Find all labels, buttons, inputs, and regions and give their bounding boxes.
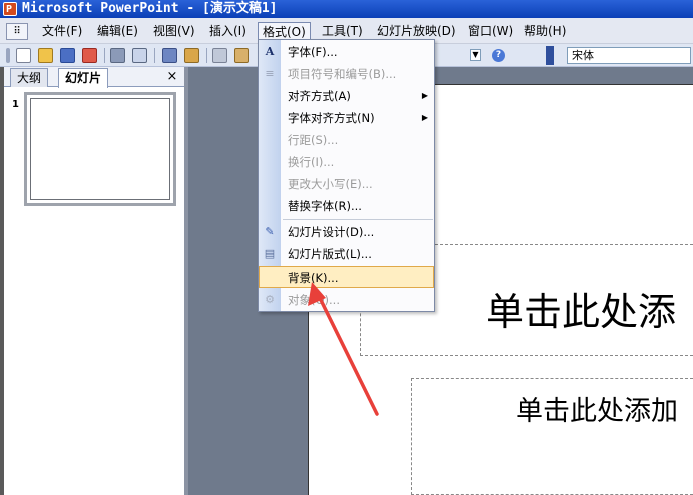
zoom-dropdown-arrow-icon[interactable]: ▼ xyxy=(470,49,481,61)
copy-icon[interactable] xyxy=(212,48,227,63)
slide-thumbnail[interactable] xyxy=(24,92,176,206)
watermark-logo: Baidu经验 xyxy=(535,439,650,464)
paste-icon[interactable] xyxy=(234,48,249,63)
menu-item-label: 字体(F)... xyxy=(288,45,338,59)
object-icon: ⚙ xyxy=(265,293,275,306)
baidu-watermark: Baidu经验 jingyan.baidu.com xyxy=(535,433,685,488)
print-preview-icon[interactable] xyxy=(132,48,147,63)
menu-item-font-alignment[interactable]: 字体对齐方式(N) ▶ xyxy=(259,107,434,129)
slide-layout-icon: ▤ xyxy=(264,247,276,260)
new-icon[interactable] xyxy=(16,48,31,63)
annotation-arrow-icon xyxy=(308,282,379,416)
menu-item-alignment[interactable]: 对齐方式(A) ▶ xyxy=(259,85,434,107)
menu-item-label: 字体对齐方式(N) xyxy=(288,111,375,125)
toolbar-separator xyxy=(154,48,155,63)
menu-item-font[interactable]: A 字体(F)... xyxy=(259,41,434,63)
formatting-toolbar-grip-icon[interactable] xyxy=(546,46,554,65)
font-icon: A xyxy=(265,45,275,58)
menu-help[interactable]: 帮助(H) xyxy=(520,22,570,41)
submenu-arrow-icon: ▶ xyxy=(421,113,428,122)
format-menu-dropdown: A 字体(F)... ≡ 项目符号和编号(B)... 对齐方式(A) ▶ 字体对… xyxy=(258,39,435,312)
font-name-combo[interactable]: 宋体 xyxy=(567,47,691,64)
pane-tab-strip: 大纲 幻灯片 × xyxy=(4,67,184,88)
menu-item-label: 幻灯片版式(L)... xyxy=(288,247,372,261)
menu-item-replace-fonts[interactable]: 替换字体(R)... xyxy=(259,195,434,217)
open-icon[interactable] xyxy=(38,48,53,63)
powerpoint-app-icon[interactable] xyxy=(3,1,17,19)
save-icon[interactable] xyxy=(60,48,75,63)
subtitle-placeholder-text: 单击此处添加 xyxy=(516,396,678,427)
print-icon[interactable] xyxy=(110,48,125,63)
research-icon[interactable] xyxy=(184,48,199,63)
menu-separator xyxy=(283,219,433,220)
menu-item-bullets-numbering[interactable]: ≡ 项目符号和编号(B)... xyxy=(259,63,434,85)
menu-window[interactable]: 窗口(W) xyxy=(464,22,517,41)
bullets-icon: ≡ xyxy=(265,67,275,80)
menu-item-change-case[interactable]: 更改大小写(E)... xyxy=(259,173,434,195)
close-icon[interactable]: × xyxy=(164,68,180,86)
title-bar: Microsoft PowerPoint - [演示文稿1] xyxy=(0,0,693,19)
menu-item-label: 幻灯片设计(D)... xyxy=(288,225,375,239)
menu-item-slide-layout[interactable]: ▤ 幻灯片版式(L)... xyxy=(259,243,434,265)
menu-item-line-spacing[interactable]: 行距(S)... xyxy=(259,129,434,151)
submenu-arrow-icon: ▶ xyxy=(421,91,428,100)
pane-splitter[interactable] xyxy=(184,67,188,495)
menu-item-label: 项目符号和编号(B)... xyxy=(288,67,397,81)
menu-item-label: 换行(I)... xyxy=(288,155,335,169)
title-placeholder-text: 单击此处添 xyxy=(486,290,677,334)
spelling-icon[interactable] xyxy=(162,48,177,63)
tab-slides[interactable]: 幻灯片 xyxy=(58,68,109,88)
menu-item-label: 替换字体(R)... xyxy=(288,199,362,213)
tab-outline[interactable]: 大纲 xyxy=(10,68,49,87)
menu-insert[interactable]: 插入(I) xyxy=(205,22,250,41)
menu-bar-grip-icon[interactable]: ⠿ xyxy=(6,23,28,40)
menu-item-label: 对齐方式(A) xyxy=(288,89,351,103)
menu-item-label: 行距(S)... xyxy=(288,133,339,147)
menu-item-slide-design[interactable]: ✎ 幻灯片设计(D)... xyxy=(259,221,434,243)
menu-view[interactable]: 视图(V) xyxy=(149,22,199,41)
slide-number: 1 xyxy=(12,99,19,110)
toolbar-separator xyxy=(104,48,105,63)
slide-design-icon: ✎ xyxy=(265,225,275,238)
toolbar-separator xyxy=(206,48,207,63)
window-title: Microsoft PowerPoint - [演示文稿1] xyxy=(22,1,278,16)
menu-item-label: 更改大小写(E)... xyxy=(288,177,373,191)
toolbar-grip-icon[interactable] xyxy=(6,48,10,63)
help-icon[interactable]: ? xyxy=(492,49,505,62)
menu-edit[interactable]: 编辑(E) xyxy=(93,22,142,41)
outline-slides-pane: 大纲 幻灯片 × 1 xyxy=(4,67,184,495)
menu-file[interactable]: 文件(F) xyxy=(38,22,86,41)
menu-item-line-break[interactable]: 换行(I)... xyxy=(259,151,434,173)
permission-icon[interactable] xyxy=(82,48,97,63)
watermark-url: jingyan.baidu.com xyxy=(537,463,630,474)
